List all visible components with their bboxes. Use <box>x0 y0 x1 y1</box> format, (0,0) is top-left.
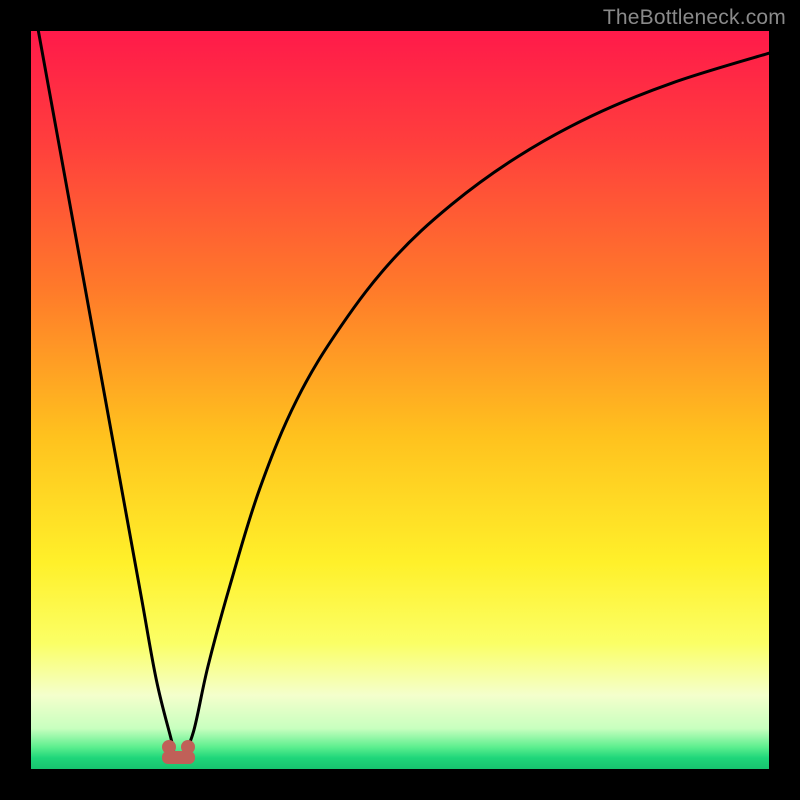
chart-frame: TheBottleneck.com <box>0 0 800 800</box>
watermark-text: TheBottleneck.com <box>603 6 786 30</box>
plot-area <box>31 31 769 769</box>
bottleneck-curve <box>31 31 769 769</box>
